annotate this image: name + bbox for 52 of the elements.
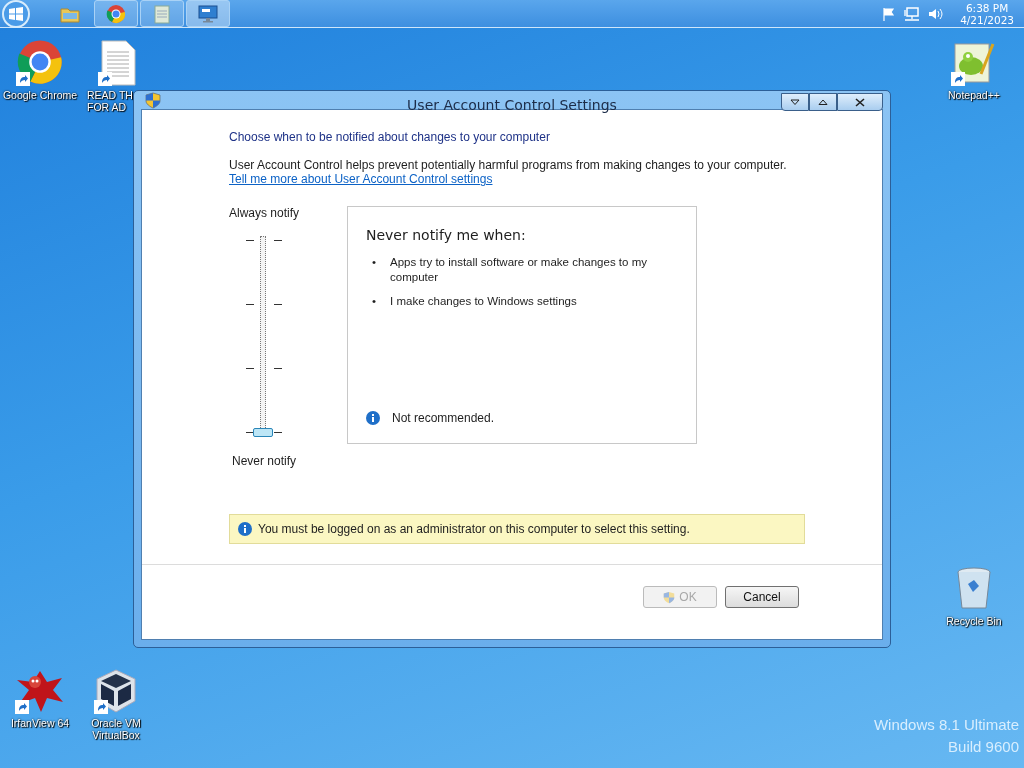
bullet-text: I make changes to Windows settings (390, 294, 578, 309)
warning-text: You must be logged on as an administrator on this computer to select this setting. (258, 522, 690, 536)
windows-logo-icon (8, 5, 24, 22)
clock[interactable]: 6:38 PM 4/21/2023 (960, 1, 1014, 26)
slider-thumb[interactable] (253, 428, 273, 437)
desktop-icon-label[interactable]: Google Chrome (2, 89, 78, 101)
speaker-icon[interactable] (928, 6, 945, 21)
shield-icon (663, 590, 676, 604)
minimize-button[interactable] (781, 93, 809, 111)
document-icon (98, 40, 138, 86)
desktop-icon-label[interactable]: IrfanView 64 (10, 717, 70, 729)
taskbar-button[interactable] (94, 0, 138, 27)
monitor-icon[interactable] (198, 4, 218, 23)
clock-time: 6:38 PM (965, 1, 1009, 14)
help-link[interactable]: Tell me more about User Account Control settings (229, 172, 493, 186)
desktop-icon-label[interactable]: READ TH FOR AD (87, 89, 133, 113)
info-title: Never notify me when: (366, 227, 527, 243)
slider-bottom-label: Never notify (232, 454, 296, 468)
recycle-bin-icon (954, 566, 994, 612)
close-button[interactable] (837, 93, 883, 111)
clock-date: 4/21/2023 (960, 13, 1014, 26)
info-note: Not recommended. (392, 411, 495, 425)
os-build-text: Build 9600 (948, 737, 1019, 757)
notepad-lizard-icon (951, 40, 997, 86)
info-icon (366, 411, 380, 425)
close-icon (855, 97, 865, 107)
notepad-icon[interactable] (154, 3, 170, 24)
taskbar-button[interactable] (140, 0, 184, 27)
cancel-button[interactable]: Cancel (725, 586, 799, 608)
desktop-icon-label[interactable]: Recycle Bin (946, 615, 1002, 627)
flag-icon[interactable] (882, 6, 897, 21)
start-button[interactable] (2, 0, 30, 28)
chrome-icon[interactable] (106, 3, 126, 24)
heading-text: Choose when to be notified about changes to your computer (229, 130, 551, 144)
bullet-text: Apps try to install software or make changes to my computer (390, 255, 648, 285)
notify-slider[interactable] (246, 236, 282, 436)
taskbar-button[interactable] (186, 0, 230, 27)
chrome-icon (16, 38, 64, 86)
desktop-icon-label[interactable]: Oracle VM VirtualBox (91, 717, 141, 741)
caret-up-icon (818, 99, 828, 105)
caret-down-icon (790, 99, 800, 105)
network-icon[interactable] (904, 6, 921, 21)
description-text: User Account Control helps prevent potentially harmful programs from making changes to your computer. (229, 158, 788, 172)
shield-icon (145, 91, 161, 109)
bullet-marker: • (372, 255, 377, 270)
bullet-marker: • (372, 294, 377, 309)
os-edition-text: Windows 8.1 Ultimate (873, 715, 1019, 735)
desktop-icon-label[interactable]: Notepad++ (948, 89, 1000, 101)
maximize-button[interactable] (809, 93, 837, 111)
window-title: User Account Control Settings (407, 97, 617, 113)
info-icon (238, 522, 252, 536)
slider-top-label: Always notify (229, 206, 299, 220)
